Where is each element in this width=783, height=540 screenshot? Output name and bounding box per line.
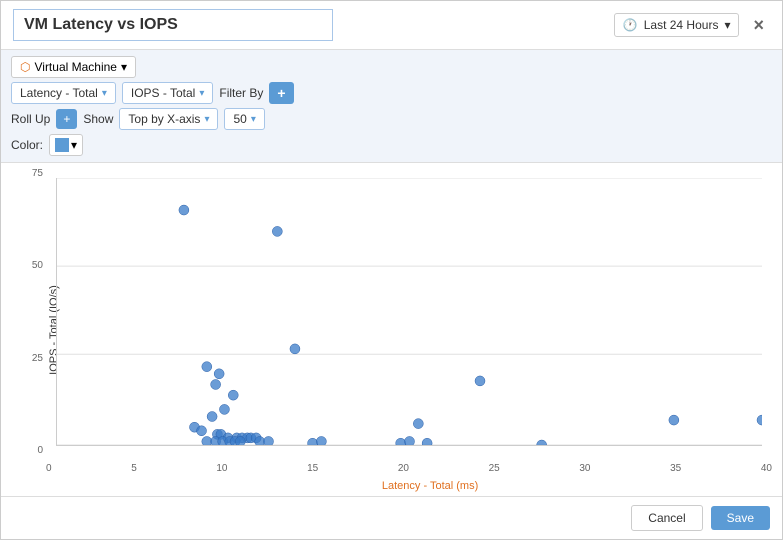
latency-dropdown[interactable]: Latency - Total ▾ [11,82,116,104]
latency-caret: ▾ [102,88,107,99]
x-label-15: 15 [307,463,318,474]
clock-icon: 🕐 [623,18,638,32]
modal-footer: Cancel Save [1,496,782,539]
x-label-25: 25 [489,463,500,474]
top-count-dropdown[interactable]: 50 ▾ [224,108,264,130]
y-axis-labels: 75 50 25 0 [1,168,43,456]
toolbar: ⬡ Virtual Machine ▾ Latency - Total ▾ IO… [1,50,782,163]
modal-title: VM Latency vs IOPS [13,9,333,41]
toolbar-row-3: Roll Up + Show Top by X-axis ▾ 50 ▾ [11,108,772,130]
filter-label: Filter By [219,86,263,100]
x-label-20: 20 [398,463,409,474]
x-label-10: 10 [216,463,227,474]
show-label: Show [83,112,113,126]
header-right: 🕐 Last 24 Hours ▾ × [614,13,770,38]
close-button[interactable]: × [747,13,770,38]
roll-up-label: Roll Up [11,112,50,126]
toolbar-row-2: Latency - Total ▾ IOPS - Total ▾ Filter … [11,82,772,104]
x-axis-labels: 0 5 10 15 20 25 30 35 40 [46,463,772,474]
x-axis-title: Latency - Total (ms) [382,480,478,492]
modal-header: VM Latency vs IOPS 🕐 Last 24 Hours ▾ × [1,1,782,50]
color-swatch [55,138,69,152]
toolbar-row-4: Color: ▾ [11,134,772,156]
y-label-50: 50 [32,260,43,271]
chart-container: 75 50 25 0 IOPS - Total (IO/s) 0 5 10 15… [1,163,782,496]
color-caret: ▾ [71,138,77,152]
iops-label: IOPS - Total [131,86,195,100]
y-label-0: 0 [37,445,43,456]
vm-caret: ▾ [121,60,127,74]
save-button[interactable]: Save [711,506,770,530]
vm-icon: ⬡ [20,60,30,74]
iops-caret: ▾ [199,88,204,99]
top-count-caret: ▾ [251,114,256,125]
vm-selector[interactable]: ⬡ Virtual Machine ▾ [11,56,136,78]
top-by-label: Top by X-axis [128,112,200,126]
time-selector-caret: ▾ [724,18,730,32]
latency-label: Latency - Total [20,86,98,100]
modal-container: VM Latency vs IOPS 🕐 Last 24 Hours ▾ × ⬡… [0,0,783,540]
roll-up-button[interactable]: + [56,109,77,129]
color-swatch-button[interactable]: ▾ [49,134,83,156]
time-selector[interactable]: 🕐 Last 24 Hours ▾ [614,13,740,37]
filter-add-button[interactable]: + [269,82,293,104]
y-label-75: 75 [32,168,43,179]
y-label-25: 25 [32,353,43,364]
x-label-40: 40 [761,463,772,474]
cancel-button[interactable]: Cancel [631,505,702,531]
top-by-caret: ▾ [204,114,209,125]
toolbar-row-1: ⬡ Virtual Machine ▾ [11,56,772,78]
x-label-5: 5 [131,463,137,474]
x-label-35: 35 [670,463,681,474]
time-selector-label: Last 24 Hours [644,18,719,32]
color-label: Color: [11,138,43,152]
top-by-dropdown[interactable]: Top by X-axis ▾ [119,108,218,130]
chart-svg [57,178,762,445]
top-count-label: 50 [233,112,246,126]
iops-dropdown[interactable]: IOPS - Total ▾ [122,82,214,104]
chart-area [56,178,762,446]
vm-selector-label: Virtual Machine [34,60,117,74]
x-label-0: 0 [46,463,52,474]
x-label-30: 30 [579,463,590,474]
